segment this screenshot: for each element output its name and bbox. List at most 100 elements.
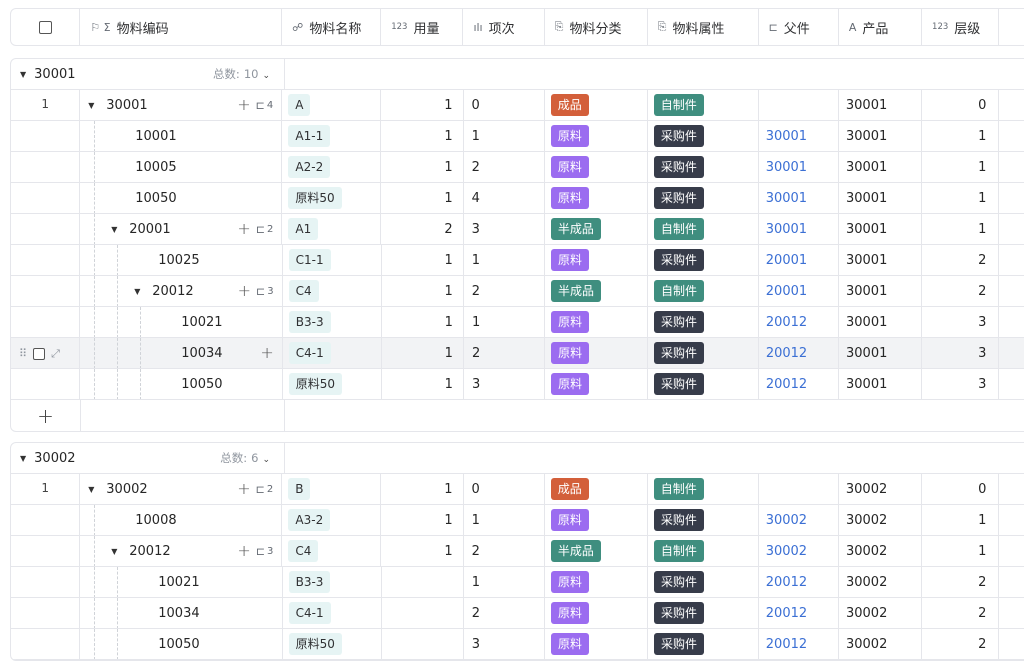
material-name-tag[interactable]: B3-3: [288, 311, 331, 333]
quantity-cell[interactable]: 1: [381, 121, 464, 151]
material-code-cell[interactable]: ▼ 20012 + ⊏ 3: [80, 276, 283, 306]
material-name-cell[interactable]: A1: [282, 214, 382, 244]
attribute-badge[interactable]: 采购件: [654, 373, 705, 395]
category-badge[interactable]: 原料: [551, 602, 590, 624]
more-columns[interactable]: [999, 9, 1024, 45]
attribute-badge[interactable]: 自制件: [653, 218, 704, 240]
table-row[interactable]: 10050 原料50 3 原料 采购件 20012 30002 2: [11, 629, 1024, 660]
header-product[interactable]: A 产品: [839, 9, 923, 45]
parent-link[interactable]: 20012: [766, 346, 807, 361]
material-code-cell[interactable]: ▼ 20012 + ⊏ 3: [80, 536, 283, 566]
table-row[interactable]: 1 ▼ 30001 + ⊏ 4 A 1 0 成品 自制件 30001 0: [11, 90, 1024, 121]
attribute-cell[interactable]: 采购件: [648, 505, 759, 535]
product-cell[interactable]: 30001: [839, 307, 923, 337]
material-name-cell[interactable]: B: [282, 474, 382, 504]
product-cell[interactable]: 30001: [839, 183, 923, 213]
level-cell[interactable]: 1: [922, 183, 1000, 213]
attribute-badge[interactable]: 自制件: [653, 280, 704, 302]
sequence-cell[interactable]: 1: [464, 567, 545, 597]
material-code-cell[interactable]: 10050: [80, 369, 283, 399]
expand-triangle-icon[interactable]: ▼: [88, 101, 96, 110]
table-row[interactable]: 10008 A3-2 1 1 原料 采购件 30002 30002 1: [11, 505, 1024, 536]
category-cell[interactable]: 原料: [545, 338, 649, 368]
attribute-badge[interactable]: 自制件: [653, 94, 704, 116]
product-cell[interactable]: 30002: [839, 598, 923, 628]
material-code-cell[interactable]: 10034 +: [80, 338, 283, 368]
category-badge[interactable]: 原料: [550, 125, 589, 147]
sequence-cell[interactable]: 0: [464, 90, 545, 120]
category-cell[interactable]: 原料: [545, 307, 649, 337]
level-cell[interactable]: 2: [922, 567, 1000, 597]
sequence-cell[interactable]: 2: [464, 276, 545, 306]
parent-link[interactable]: 20012: [766, 637, 807, 652]
sequence-cell[interactable]: 3: [464, 369, 546, 399]
category-badge[interactable]: 原料: [551, 571, 590, 593]
material-name-tag[interactable]: A3-2: [288, 509, 331, 531]
category-cell[interactable]: 原料: [545, 152, 648, 182]
parent-cell[interactable]: 20012: [759, 369, 839, 399]
category-badge[interactable]: 原料: [551, 311, 590, 333]
material-code-cell[interactable]: 10025: [80, 245, 283, 275]
parent-cell[interactable]: 30001: [759, 183, 839, 213]
category-cell[interactable]: 半成品: [545, 536, 648, 566]
parent-cell[interactable]: 30002: [759, 505, 839, 535]
header-name[interactable]: ☍ 物料名称: [282, 9, 382, 45]
material-name-cell[interactable]: C4-1: [283, 338, 382, 368]
quantity-cell[interactable]: 1: [382, 369, 464, 399]
material-name-cell[interactable]: A1-1: [282, 121, 382, 151]
product-cell[interactable]: 30001: [839, 276, 923, 306]
attribute-cell[interactable]: 自制件: [648, 276, 759, 306]
material-code-cell[interactable]: 10005: [80, 152, 283, 182]
product-cell[interactable]: 30001: [839, 214, 923, 244]
material-code-cell[interactable]: 10034: [80, 598, 283, 628]
material-name-tag[interactable]: 原料50: [288, 633, 342, 655]
quantity-cell[interactable]: 1: [382, 276, 464, 306]
attribute-cell[interactable]: 采购件: [648, 338, 759, 368]
subtree-icon[interactable]: ⊏: [256, 545, 265, 558]
attribute-badge[interactable]: 自制件: [653, 478, 704, 500]
sequence-cell[interactable]: 1: [464, 505, 545, 535]
group-header-cell[interactable]: ▼ 30002 总数: 6 ⌄: [11, 443, 285, 473]
level-cell[interactable]: 1: [922, 121, 1000, 151]
sequence-cell[interactable]: 1: [464, 121, 545, 151]
quantity-cell[interactable]: 1: [382, 338, 464, 368]
category-badge[interactable]: 成品: [550, 478, 589, 500]
attribute-cell[interactable]: 采购件: [648, 629, 759, 659]
sequence-cell[interactable]: 0: [464, 474, 545, 504]
table-row[interactable]: 10025 C1-1 1 1 原料 采购件 20001 30001 2: [11, 245, 1024, 276]
header-attribute[interactable]: ⎘ 物料属性: [648, 9, 759, 45]
quantity-cell[interactable]: 2: [381, 214, 464, 244]
material-name-tag[interactable]: A: [288, 94, 311, 116]
material-name-cell[interactable]: 原料50: [283, 629, 382, 659]
parent-link[interactable]: 20012: [766, 575, 807, 590]
attribute-badge[interactable]: 采购件: [654, 342, 705, 364]
quantity-cell[interactable]: 1: [381, 152, 464, 182]
quantity-cell[interactable]: [382, 598, 464, 628]
material-name-cell[interactable]: B3-3: [283, 567, 382, 597]
expand-triangle-icon[interactable]: ▼: [134, 287, 142, 296]
sequence-cell[interactable]: 1: [464, 307, 546, 337]
attribute-badge[interactable]: 采购件: [653, 571, 704, 593]
category-badge[interactable]: 原料: [550, 509, 589, 531]
material-name-tag[interactable]: 原料50: [288, 373, 343, 395]
parent-cell[interactable]: 20012: [759, 598, 839, 628]
add-child-icon[interactable]: +: [237, 221, 250, 237]
attribute-cell[interactable]: 采购件: [648, 121, 759, 151]
level-cell[interactable]: 3: [922, 369, 1000, 399]
product-cell[interactable]: 30002: [839, 567, 923, 597]
material-name-tag[interactable]: A2-2: [288, 156, 331, 178]
level-cell[interactable]: 2: [922, 276, 1000, 306]
subtree-icon[interactable]: ⊏: [256, 99, 265, 112]
attribute-cell[interactable]: 采购件: [648, 245, 759, 275]
material-name-tag[interactable]: C4: [288, 280, 319, 302]
add-record-button[interactable]: +: [11, 400, 81, 431]
material-code-cell[interactable]: 10050: [80, 629, 283, 659]
material-code-cell[interactable]: ▼ 20001 + ⊏ 2: [80, 214, 283, 244]
attribute-cell[interactable]: 采购件: [648, 369, 759, 399]
attribute-cell[interactable]: 采购件: [648, 307, 759, 337]
table-row[interactable]: ▼ 20001 + ⊏ 2 A1 2 3 半成品 自制件 30001 30001 1: [11, 214, 1024, 245]
expand-row-icon[interactable]: ⤢: [51, 347, 60, 361]
parent-link[interactable]: 30001: [766, 191, 807, 206]
product-cell[interactable]: 30001: [839, 90, 923, 120]
material-name-tag[interactable]: C1-1: [288, 249, 331, 271]
